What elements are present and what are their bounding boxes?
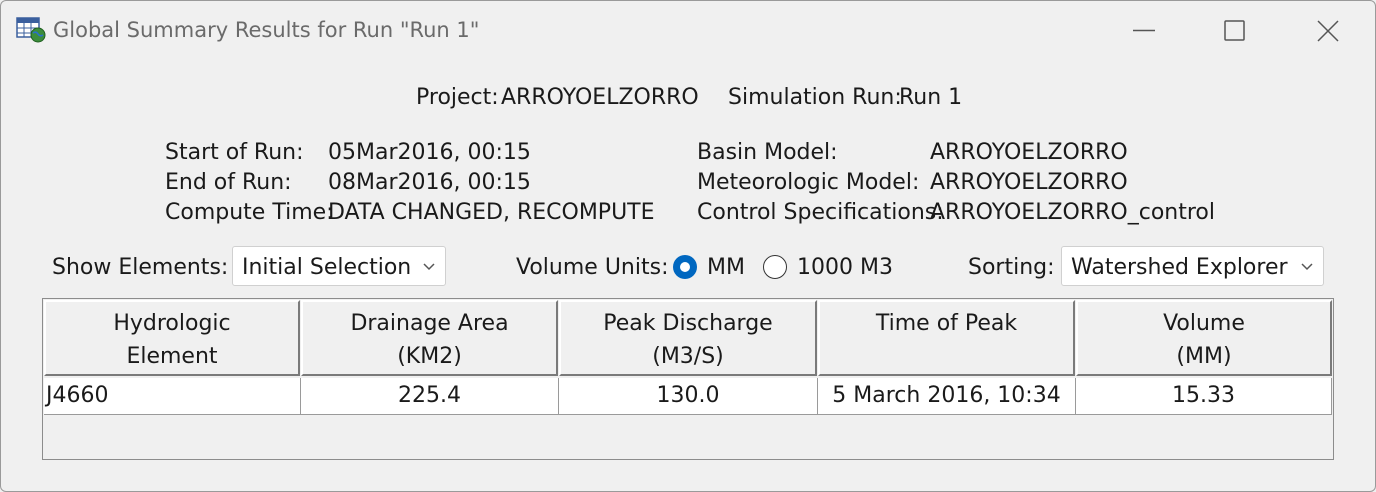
start-of-run-label: Start of Run:	[165, 140, 304, 165]
results-table: Hydrologic Element Drainage Area (KM2) P…	[42, 298, 1334, 460]
unit-mm-label[interactable]: MM	[707, 255, 745, 280]
control-specifications-value: ARROYOELZORRO_control	[930, 200, 1215, 225]
end-of-run-label: End of Run:	[165, 170, 292, 195]
table-cell-element[interactable]: J4660	[44, 378, 301, 415]
maximize-icon	[1224, 20, 1245, 41]
end-of-run-value: 08Mar2016, 00:15	[328, 170, 531, 195]
chevron-down-icon	[423, 263, 435, 271]
column-header-line1: Hydrologic	[113, 311, 231, 336]
sorting-dropdown[interactable]: Watershed Explorer	[1061, 246, 1324, 286]
column-header-time-of-peak[interactable]: Time of Peak	[818, 300, 1075, 376]
column-header-line2: (MM)	[1176, 344, 1232, 369]
table-globe-icon	[16, 17, 46, 43]
column-header-line1: Peak Discharge	[603, 311, 773, 336]
minimize-button[interactable]	[1114, 11, 1174, 51]
column-header-hydrologic-element[interactable]: Hydrologic Element	[44, 300, 300, 376]
chevron-down-icon	[1301, 263, 1313, 271]
simulation-label: Simulation Run:	[728, 85, 902, 110]
column-header-line2: (M3/S)	[652, 344, 724, 369]
show-elements-label: Show Elements:	[52, 255, 229, 280]
window-title: Global Summary Results for Run "Run 1"	[53, 18, 480, 42]
column-header-volume[interactable]: Volume (MM)	[1076, 300, 1332, 376]
unit-1000m3-label[interactable]: 1000 M3	[797, 255, 893, 280]
column-header-line1: Time of Peak	[875, 311, 1018, 336]
results-window: Global Summary Results for Run "Run 1" P…	[0, 0, 1376, 492]
table-cell-time-of-peak[interactable]: 5 March 2016, 10:34	[818, 378, 1076, 415]
show-elements-value: Initial Selection	[242, 255, 412, 280]
project-value: ARROYOELZORRO	[501, 85, 699, 110]
basin-model-value: ARROYOELZORRO	[930, 140, 1128, 165]
sorting-value: Watershed Explorer	[1071, 255, 1288, 280]
start-of-run-value: 05Mar2016, 00:15	[328, 140, 531, 165]
project-label: Project:	[416, 85, 499, 110]
meteorologic-model-value: ARROYOELZORRO	[930, 170, 1128, 195]
simulation-value: Run 1	[899, 85, 963, 110]
table-cell-volume[interactable]: 15.33	[1076, 378, 1332, 415]
maximize-button[interactable]	[1205, 11, 1265, 51]
meteorologic-model-label: Meteorologic Model:	[697, 170, 920, 195]
compute-time-label: Compute Time:	[165, 200, 334, 225]
table-cell-peak-discharge[interactable]: 130.0	[559, 378, 818, 415]
column-header-line1: Volume	[1163, 311, 1245, 336]
compute-time-value: DATA CHANGED, RECOMPUTE	[328, 200, 655, 225]
close-icon	[1317, 20, 1339, 42]
column-header-drainage-area[interactable]: Drainage Area (KM2)	[301, 300, 558, 376]
volume-units-label: Volume Units:	[516, 255, 669, 280]
control-specifications-label: Control Specifications:	[697, 200, 944, 225]
close-button[interactable]	[1298, 11, 1358, 51]
basin-model-label: Basin Model:	[697, 140, 838, 165]
minimize-icon	[1133, 29, 1155, 32]
table-cell-drainage-area[interactable]: 225.4	[301, 378, 559, 415]
sorting-label: Sorting:	[968, 255, 1055, 280]
unit-mm-radio[interactable]	[673, 255, 697, 279]
title-bar[interactable]: Global Summary Results for Run "Run 1"	[1, 1, 1375, 61]
column-header-line2: (KM2)	[397, 344, 462, 369]
column-header-line2: Element	[126, 344, 218, 369]
unit-1000m3-radio[interactable]	[763, 255, 787, 279]
column-header-line1: Drainage Area	[350, 311, 509, 336]
column-header-peak-discharge[interactable]: Peak Discharge (M3/S)	[559, 300, 817, 376]
show-elements-dropdown[interactable]: Initial Selection	[232, 246, 446, 286]
